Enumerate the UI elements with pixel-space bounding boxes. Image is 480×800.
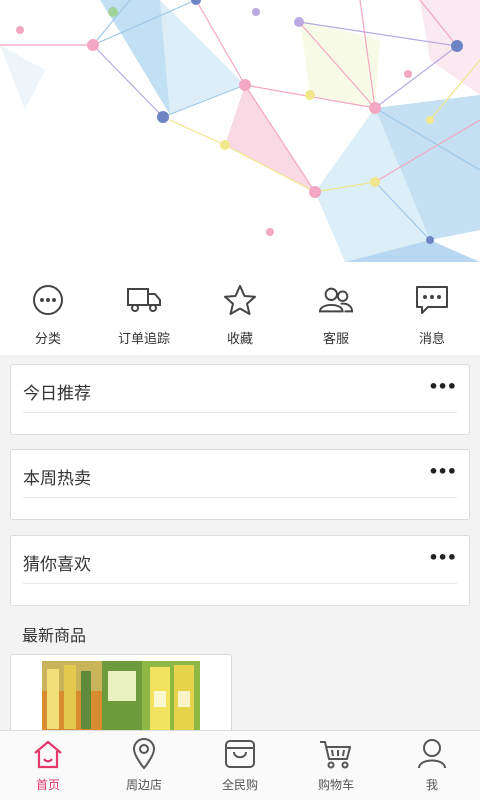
quick-nav-label: 消息 (418, 332, 445, 347)
divider (23, 583, 457, 584)
quick-nav-order-tracking[interactable]: 订单追踪 (96, 262, 192, 355)
quick-nav-category[interactable]: 分类 (0, 262, 96, 355)
more-icon[interactable]: ••• (428, 379, 457, 395)
tab-label: 周边店 (125, 778, 162, 792)
tab-group-buy[interactable]: 全民购 (192, 731, 288, 800)
section-card-weekly[interactable]: 本周热卖 ••• (10, 449, 470, 520)
customer-service-icon (318, 282, 354, 318)
latest-products-title: 最新商品 (22, 626, 87, 645)
quick-nav-label: 订单追踪 (117, 332, 170, 347)
cart-icon (319, 737, 353, 771)
category-icon (30, 282, 66, 318)
truck-icon (126, 282, 162, 318)
bottom-tab-bar: 首页 周边店 全民购 购物车 我 (0, 730, 480, 800)
tab-label: 全民购 (221, 778, 258, 792)
divider (23, 497, 457, 498)
tab-label: 我 (425, 778, 438, 792)
section-card-today[interactable]: 今日推荐 ••• (10, 364, 470, 435)
tab-nearby-stores[interactable]: 周边店 (96, 731, 192, 800)
shopping-bag-icon (223, 737, 257, 771)
tab-label: 购物车 (317, 778, 354, 792)
hero-banner[interactable] (0, 0, 480, 262)
section-title: 今日推荐 (23, 384, 91, 404)
tab-cart[interactable]: 购物车 (288, 731, 384, 800)
quick-nav-favorites[interactable]: 收藏 (192, 262, 288, 355)
message-icon (414, 282, 450, 318)
tab-label: 首页 (35, 778, 60, 792)
section-title: 本周热卖 (23, 469, 91, 489)
banner-graphic (0, 0, 480, 262)
section-title: 猜你喜欢 (23, 555, 91, 575)
more-icon[interactable]: ••• (428, 550, 457, 566)
quick-nav-customer-service[interactable]: 客服 (288, 262, 384, 355)
star-icon (222, 282, 258, 318)
more-icon[interactable]: ••• (428, 464, 457, 480)
location-pin-icon (127, 737, 161, 771)
quick-nav-messages[interactable]: 消息 (384, 262, 480, 355)
home-icon (31, 737, 65, 771)
divider (23, 412, 457, 413)
user-icon (415, 737, 449, 771)
quick-nav-label: 收藏 (226, 332, 253, 347)
section-card-guess[interactable]: 猜你喜欢 ••• (10, 535, 470, 606)
quick-nav-label: 分类 (34, 332, 61, 347)
quick-nav: 分类 订单追踪 收藏 客服 消息 (0, 262, 480, 355)
tab-me[interactable]: 我 (384, 731, 480, 800)
tab-home[interactable]: 首页 (0, 731, 96, 800)
quick-nav-label: 客服 (322, 332, 349, 347)
